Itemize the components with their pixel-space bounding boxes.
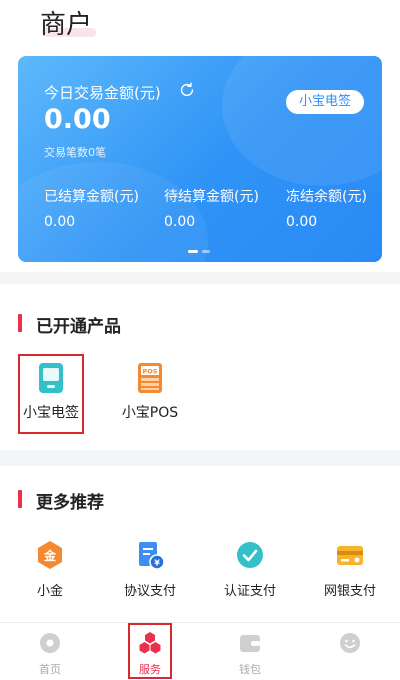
product-xiaobao-pos[interactable]: POS 小宝POS [115, 362, 185, 422]
recommend-label: 网银支付 [323, 584, 376, 599]
pending-amount-value: 0.00 [164, 214, 196, 230]
page-title: 商户 [40, 10, 93, 40]
transaction-count: 交易笔数0笔 [44, 146, 106, 159]
carousel-dot-active [188, 250, 198, 253]
product-label: 小宝电签 [23, 405, 79, 421]
more-recommend-section: 更多推荐 金 小金 ¥ 协议支付 认证支付 网银支付 [0, 466, 400, 622]
recommend-label: 小金 [36, 584, 63, 599]
smiley-icon [340, 633, 360, 653]
frozen-balance-value: 0.00 [286, 214, 318, 230]
recommend-item-agreement-pay[interactable]: ¥ 协议支付 [110, 540, 190, 599]
svg-text:金: 金 [43, 548, 57, 563]
today-amount-label: 今日交易金额(元) [44, 84, 161, 102]
pos-icon: POS [138, 363, 162, 393]
refresh-icon[interactable] [178, 81, 196, 99]
app-header: 商户 [0, 0, 400, 44]
recommend-item-online-bank-pay[interactable]: 网银支付 [310, 540, 390, 599]
frozen-balance-label: 冻结余额(元) [286, 189, 367, 205]
recommend-item-verified-pay[interactable]: 认证支付 [210, 540, 290, 599]
pending-amount-label: 待结算金额(元) [164, 189, 259, 205]
check-circle-icon [237, 542, 263, 568]
settled-amount-value: 0.00 [44, 214, 76, 230]
tab-profile[interactable] [300, 623, 400, 680]
document-yuan-icon: ¥ [139, 542, 165, 570]
product-xiaobao-sign[interactable]: 小宝电签 [16, 362, 86, 422]
opened-products-section: 已开通产品 小宝电签 POS 小宝POS [0, 284, 400, 450]
section-title: 更多推荐 [36, 493, 104, 513]
tab-label: 钱包 [239, 663, 261, 676]
carousel-indicator [188, 250, 218, 254]
svg-text:POS: POS [143, 368, 158, 376]
section-accent-bar [18, 490, 22, 508]
tab-label: 服务 [139, 663, 161, 676]
settled-amount-label: 已结算金额(元) [44, 189, 139, 205]
carousel-dot [202, 250, 210, 253]
tab-home[interactable]: 首页 [0, 623, 100, 680]
svg-text:¥: ¥ [154, 559, 160, 568]
card-area: 今日交易金额(元) 0.00 交易笔数0笔 小宝电签 已结算金额(元) 0.00… [0, 44, 400, 272]
xiaobao-sign-button[interactable]: 小宝电签 [286, 90, 364, 114]
bank-card-icon [337, 546, 363, 565]
tab-wallet[interactable]: 钱包 [200, 623, 300, 680]
bottom-tab-bar: 首页 服务 钱包 [0, 622, 400, 680]
recommend-item-xiaojin[interactable]: 金 小金 [10, 540, 90, 599]
frozen-balance: 冻结余额(元) 0.00 [286, 186, 367, 230]
tab-service[interactable]: 服务 [100, 623, 200, 680]
device-icon [39, 363, 63, 393]
wallet-icon [240, 635, 260, 652]
settled-amount: 已结算金额(元) 0.00 [44, 186, 139, 230]
card-decoration [222, 56, 382, 186]
transaction-card: 今日交易金额(元) 0.00 交易笔数0笔 小宝电签 已结算金额(元) 0.00… [18, 56, 382, 262]
recommend-label: 认证支付 [223, 584, 276, 599]
product-label: 小宝POS [121, 405, 179, 421]
today-amount-value: 0.00 [44, 104, 111, 135]
pending-amount: 待结算金额(元) 0.00 [164, 186, 259, 230]
service-cubes-icon [139, 632, 161, 654]
section-title: 已开通产品 [36, 317, 121, 337]
tab-label: 首页 [39, 663, 61, 676]
home-icon [40, 633, 60, 653]
section-accent-bar [18, 314, 22, 332]
gold-coin-icon: 金 [38, 541, 62, 569]
recommend-label: 协议支付 [123, 584, 176, 599]
